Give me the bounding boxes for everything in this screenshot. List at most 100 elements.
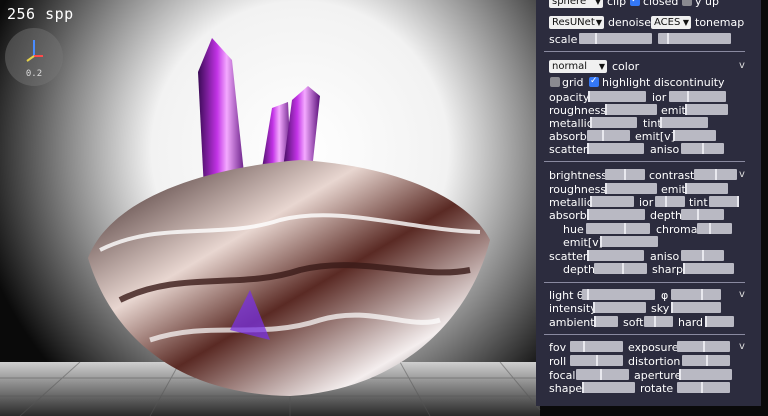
- tint-label: tint: [643, 117, 662, 130]
- scale-label: scale: [549, 33, 578, 46]
- ior-slider[interactable]: [669, 91, 726, 102]
- clip-label: clip: [607, 0, 627, 8]
- aperture-label: aperture: [634, 369, 682, 382]
- shape-label: shape: [549, 382, 583, 395]
- scatter-label: scatter: [549, 143, 588, 156]
- absorb-label: absorb: [549, 130, 587, 143]
- closed-label: closed: [643, 0, 679, 8]
- grid-label: grid: [562, 76, 584, 89]
- surface-absorb-slider[interactable]: [587, 209, 645, 220]
- surface-metallic-label: metallic: [549, 196, 593, 209]
- sky-slider[interactable]: [671, 302, 721, 313]
- material-mode-select[interactable]: normal ▼: [549, 60, 607, 73]
- closed-checkbox[interactable]: [630, 0, 640, 7]
- surface-metallic-slider[interactable]: [590, 196, 634, 207]
- surface-scatter-slider[interactable]: [587, 250, 644, 261]
- axis-gizmo[interactable]: 0.2: [5, 28, 63, 86]
- roughness-slider[interactable]: [605, 104, 657, 115]
- emit-v-slider[interactable]: [673, 130, 716, 141]
- emit-v-label: emit[v]: [635, 130, 675, 143]
- focal-slider[interactable]: [576, 369, 629, 380]
- light-theta-label: light θ: [549, 289, 584, 302]
- brightness-slider[interactable]: [605, 169, 645, 180]
- ambient-slider[interactable]: [594, 316, 618, 327]
- ior-label: ior: [652, 91, 667, 104]
- opacity-slider[interactable]: [588, 91, 646, 102]
- roll-slider[interactable]: [570, 355, 623, 366]
- scale-slider-a[interactable]: [579, 33, 652, 44]
- rotate-label: rotate: [640, 382, 674, 395]
- scale-slider-b[interactable]: [658, 33, 731, 44]
- intensity-slider[interactable]: [593, 302, 646, 313]
- divider: [544, 161, 745, 162]
- surface-ior-slider[interactable]: [655, 196, 685, 207]
- emit-label: emit: [661, 104, 686, 117]
- shape-slider[interactable]: [582, 382, 635, 393]
- hue-label: hue: [563, 223, 584, 236]
- light-theta-slider[interactable]: [582, 289, 655, 300]
- roughness-label: roughness: [549, 104, 607, 117]
- surface-ior-label: ior: [639, 196, 654, 209]
- hue-slider[interactable]: [586, 223, 650, 234]
- fov-slider[interactable]: [570, 341, 623, 352]
- distortion-label: distortion: [628, 355, 681, 368]
- surface-tint-slider[interactable]: [709, 196, 739, 207]
- soft-label: soft: [623, 316, 644, 329]
- rotate-slider[interactable]: [677, 382, 730, 393]
- exposure-slider[interactable]: [677, 341, 730, 352]
- surface-aniso-label: aniso: [650, 250, 680, 263]
- material-collapse-chevron[interactable]: v: [739, 60, 745, 71]
- spp-counter: 256 spp: [7, 5, 74, 23]
- intensity-label: intensity: [549, 302, 597, 315]
- surface-scatter-label: scatter: [549, 250, 588, 263]
- contrast-slider[interactable]: [694, 169, 737, 180]
- light-collapse-chevron[interactable]: v: [739, 289, 745, 300]
- focal-label: focal: [549, 369, 576, 382]
- light-phi-slider[interactable]: [671, 289, 721, 300]
- sharp-slider[interactable]: [683, 263, 734, 274]
- soft-slider[interactable]: [644, 316, 673, 327]
- hard-slider[interactable]: [705, 316, 734, 327]
- tonemapper-select-value: ACES: [654, 17, 681, 28]
- aperture-slider[interactable]: [679, 369, 732, 380]
- surface-emit-slider[interactable]: [685, 183, 728, 194]
- highlight-checkbox[interactable]: [589, 74, 599, 88]
- scatter-slider[interactable]: [587, 143, 644, 154]
- exposure-label: exposure: [628, 341, 679, 354]
- opacity-label: opacity: [549, 91, 590, 104]
- surface-roughness-slider[interactable]: [605, 183, 657, 194]
- surface-aniso-slider[interactable]: [681, 250, 724, 261]
- metallic-slider[interactable]: [590, 117, 637, 128]
- surface-depth-slider[interactable]: [594, 263, 647, 274]
- surface-emit-v-label: emit[v]: [563, 236, 603, 249]
- distortion-slider[interactable]: [682, 355, 730, 366]
- aniso-slider[interactable]: [681, 143, 724, 154]
- tonemapper-select[interactable]: ACES ▼: [651, 16, 691, 29]
- surface-collapse-chevron[interactable]: v: [739, 169, 745, 180]
- depth-slider[interactable]: [681, 209, 724, 220]
- light-phi-label: φ: [661, 289, 669, 302]
- material-mode-value: normal: [552, 61, 588, 72]
- denoiser-select-value: ResUNet: [552, 17, 595, 28]
- denoiser-select[interactable]: ResUNet ▼: [549, 16, 604, 29]
- highlight-label: highlight discontinuity: [602, 76, 725, 89]
- ambient-label: ambient: [549, 316, 595, 329]
- surface-depth-label: depth: [563, 263, 596, 276]
- denoise-label: denoise: [608, 16, 652, 29]
- divider: [544, 334, 745, 335]
- chroma-slider[interactable]: [697, 223, 732, 234]
- surface-emit-label: emit: [661, 183, 686, 196]
- emit-slider[interactable]: [685, 104, 728, 115]
- surface-emit-v-slider[interactable]: [600, 236, 658, 247]
- chevron-down-icon: ▼: [682, 18, 689, 27]
- tonemap-label: tonemap: [695, 16, 745, 29]
- absorb-slider[interactable]: [587, 130, 630, 141]
- divider: [544, 51, 745, 52]
- tint-slider[interactable]: [660, 117, 708, 128]
- object-select[interactable]: sphere ▼: [549, 0, 603, 8]
- camera-collapse-chevron[interactable]: v: [739, 341, 745, 352]
- grid-checkbox[interactable]: [550, 77, 560, 87]
- yup-label: y up: [695, 0, 719, 8]
- yup-checkbox[interactable]: [682, 0, 692, 6]
- depth-label: depth: [650, 209, 683, 222]
